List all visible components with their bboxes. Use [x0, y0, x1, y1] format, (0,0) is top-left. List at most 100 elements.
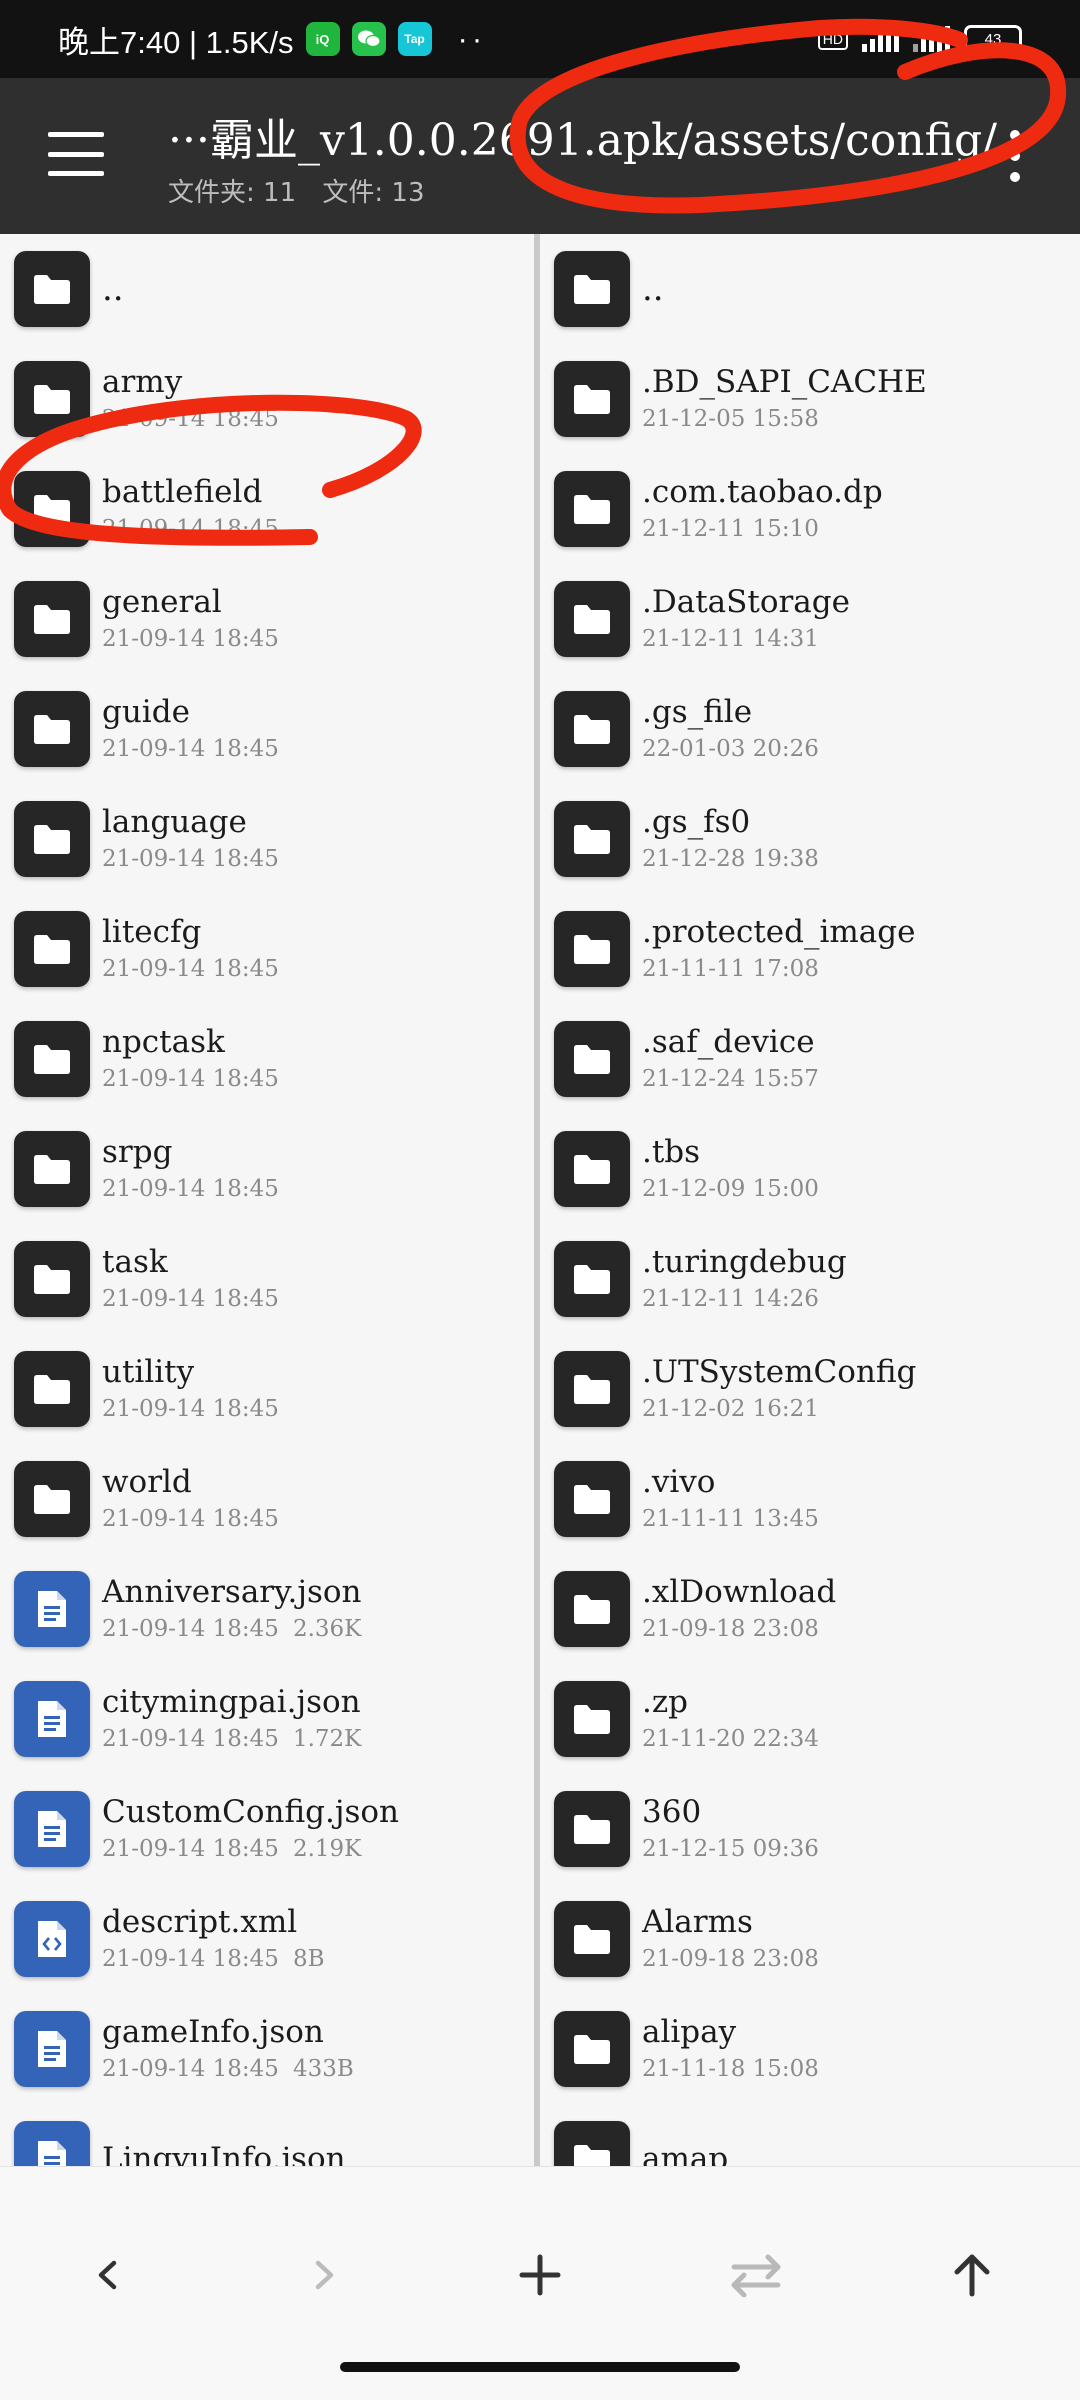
item-meta: 21-09-14 18:45 2.19K: [102, 1832, 399, 1866]
item-size: 433B: [292, 2056, 354, 2082]
item-meta: 21-09-14 18:45: [102, 1502, 279, 1536]
item-name: .tbs: [642, 1134, 701, 1170]
forward-icon[interactable]: [276, 2227, 372, 2323]
left-list-item[interactable]: battlefield 21-09-14 18:45: [0, 454, 534, 564]
item-meta: 21-09-14 18:45 433B: [102, 2052, 354, 2086]
right-list-item[interactable]: .com.taobao.dp 21-12-11 15:10: [540, 454, 1080, 564]
right-list-item[interactable]: .UTSystemConfig 21-12-02 16:21: [540, 1334, 1080, 1444]
item-meta: 21-09-14 18:45: [102, 512, 279, 546]
swap-panes-icon[interactable]: [708, 2227, 804, 2323]
item-info: .com.taobao.dp 21-12-11 15:10: [642, 472, 883, 546]
item-meta: 21-09-14 18:45: [102, 1062, 279, 1096]
item-meta: 21-12-11 15:10: [642, 512, 883, 546]
right-list-item[interactable]: .protected_image 21-11-11 17:08: [540, 894, 1080, 1004]
item-name: .zp: [642, 1684, 689, 1720]
left-list-item[interactable]: ..: [0, 234, 534, 344]
item-name: litecfg: [102, 914, 202, 950]
gesture-handle[interactable]: [340, 2362, 740, 2372]
document-file-icon: [14, 1571, 90, 1647]
left-list-item[interactable]: army 21-09-14 18:45: [0, 344, 534, 454]
current-path[interactable]: ···霸业_v1.0.0.2691.apk/assets/config/: [168, 104, 998, 168]
left-list-item[interactable]: guide 21-09-14 18:45: [0, 674, 534, 784]
right-list-item[interactable]: amap: [540, 2104, 1080, 2166]
right-list-item[interactable]: 360 21-12-15 09:36: [540, 1774, 1080, 1884]
back-icon[interactable]: [60, 2227, 156, 2323]
item-info: guide 21-09-14 18:45: [102, 692, 279, 766]
left-list-item[interactable]: language 21-09-14 18:45: [0, 784, 534, 894]
xml-file-icon: [14, 1901, 90, 1977]
item-date: 21-09-14 18:45: [102, 956, 279, 982]
right-list-item[interactable]: .turingdebug 21-12-11 14:26: [540, 1224, 1080, 1334]
left-list-item[interactable]: citymingpai.json 21-09-14 18:45 1.72K: [0, 1664, 534, 1774]
left-list-item[interactable]: srpg 21-09-14 18:45: [0, 1114, 534, 1224]
left-list-item[interactable]: utility 21-09-14 18:45: [0, 1334, 534, 1444]
right-list-item[interactable]: .DataStorage 21-12-11 14:31: [540, 564, 1080, 674]
folder-icon: [14, 1351, 90, 1427]
left-list-item[interactable]: general 21-09-14 18:45: [0, 564, 534, 674]
bottom-nav-bar: [0, 2166, 1080, 2400]
folder-icon: [554, 911, 630, 987]
item-name: Alarms: [642, 1904, 753, 1940]
right-list-item[interactable]: .tbs 21-12-09 15:00: [540, 1114, 1080, 1224]
item-date: 21-09-14 18:45: [102, 1176, 279, 1202]
left-list-item[interactable]: CustomConfig.json 21-09-14 18:45 2.19K: [0, 1774, 534, 1884]
left-list-item[interactable]: world 21-09-14 18:45: [0, 1444, 534, 1554]
item-date: 21-09-14 18:45: [102, 1286, 279, 1312]
right-list-item[interactable]: .zp 21-11-20 22:34: [540, 1664, 1080, 1774]
left-list-item[interactable]: litecfg 21-09-14 18:45: [0, 894, 534, 1004]
item-date: 21-11-18 15:08: [642, 2056, 819, 2082]
item-meta: 22-01-03 20:26: [642, 732, 819, 766]
add-icon[interactable]: [492, 2227, 588, 2323]
item-info: .UTSystemConfig 21-12-02 16:21: [642, 1352, 916, 1426]
item-name: npctask: [102, 1024, 225, 1060]
item-name: general: [102, 584, 222, 620]
left-list-item[interactable]: descript.xml 21-09-14 18:45 8B: [0, 1884, 534, 1994]
right-pane[interactable]: .. .BD_SAPI_CACHE 21-12-05 15:58 .com.taoba…: [540, 234, 1080, 2166]
item-size: 2.19K: [292, 1836, 362, 1862]
item-meta: 21-12-24 15:57: [642, 1062, 819, 1096]
more-options-icon[interactable]: [1008, 130, 1022, 182]
item-info: Anniversary.json 21-09-14 18:45 2.36K: [102, 1572, 362, 1646]
item-date: 21-12-02 16:21: [642, 1396, 819, 1422]
item-meta: 21-09-14 18:45: [102, 732, 279, 766]
folder-icon: [14, 1021, 90, 1097]
signal-icon: [862, 26, 899, 52]
right-list-item[interactable]: alipay 21-11-18 15:08: [540, 1994, 1080, 2104]
right-list-item[interactable]: .BD_SAPI_CACHE 21-12-05 15:58: [540, 344, 1080, 454]
right-list-item[interactable]: .gs_fs0 21-12-28 19:38: [540, 784, 1080, 894]
left-list-item[interactable]: task 21-09-14 18:45: [0, 1224, 534, 1334]
item-name: army: [102, 364, 183, 400]
right-list-item[interactable]: .vivo 21-11-11 13:45: [540, 1444, 1080, 1554]
item-info: ..: [102, 269, 124, 309]
item-name: LingyuInfo.json: [102, 2141, 346, 2166]
left-list-item[interactable]: gameInfo.json 21-09-14 18:45 433B: [0, 1994, 534, 2104]
right-list-item[interactable]: .xlDownload 21-09-18 23:08: [540, 1554, 1080, 1664]
wechat-icon: [351, 22, 386, 56]
right-list-item[interactable]: Alarms 21-09-18 23:08: [540, 1884, 1080, 1994]
right-list-item[interactable]: ..: [540, 234, 1080, 344]
folder-icon: [554, 1461, 630, 1537]
folder-icon: [554, 1131, 630, 1207]
left-list-item[interactable]: LingyuInfo.json: [0, 2104, 534, 2166]
left-pane[interactable]: .. army 21-09-14 18:45 battlefield 21-09-14 …: [0, 234, 540, 2166]
item-meta: 21-09-14 18:45: [102, 1392, 279, 1426]
left-list-item[interactable]: Anniversary.json 21-09-14 18:45 2.36K: [0, 1554, 534, 1664]
item-info: 360 21-12-15 09:36: [642, 1792, 819, 1866]
item-date: 21-09-14 18:45: [102, 2056, 279, 2082]
right-list-item[interactable]: .gs_file 22-01-03 20:26: [540, 674, 1080, 784]
up-directory-icon[interactable]: [924, 2227, 1020, 2323]
item-meta: 21-12-11 14:26: [642, 1282, 847, 1316]
right-list-item[interactable]: .saf_device 21-12-24 15:57: [540, 1004, 1080, 1114]
folder-icon: [14, 691, 90, 767]
item-date: 21-12-09 15:00: [642, 1176, 819, 1202]
document-file-icon: [14, 2121, 90, 2166]
item-info: descript.xml 21-09-14 18:45 8B: [102, 1902, 324, 1976]
left-list-item[interactable]: npctask 21-09-14 18:45: [0, 1004, 534, 1114]
item-name: utility: [102, 1354, 195, 1390]
item-info: LingyuInfo.json: [102, 2139, 346, 2166]
item-meta: 21-09-14 18:45: [102, 1282, 279, 1316]
folder-icon: [554, 1571, 630, 1647]
hamburger-menu-icon[interactable]: [48, 132, 104, 176]
item-info: gameInfo.json 21-09-14 18:45 433B: [102, 2012, 354, 2086]
item-name: world: [102, 1464, 192, 1500]
